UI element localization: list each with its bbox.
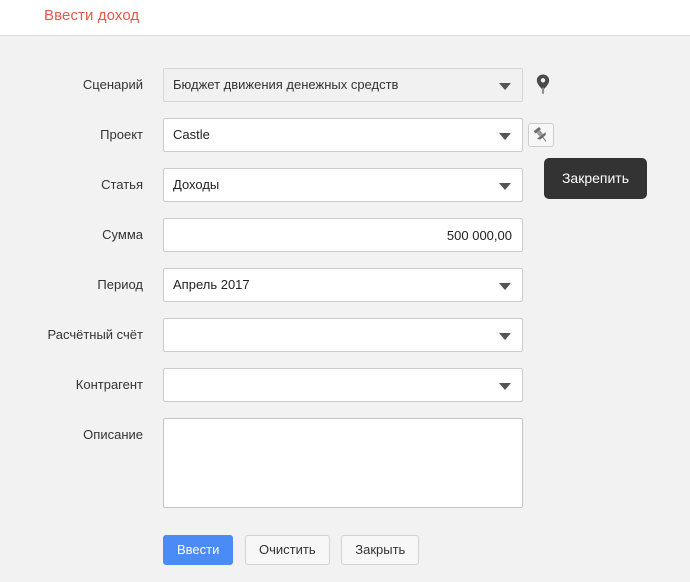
- page-header: Ввести доход: [0, 0, 690, 36]
- label-scenario: Сценарий: [82, 77, 143, 92]
- close-button[interactable]: Закрыть: [341, 535, 420, 565]
- label-project: Проект: [100, 127, 143, 142]
- pin-project-button[interactable]: [528, 123, 554, 147]
- select-article-value: Доходы: [173, 177, 220, 192]
- map-pin-icon[interactable]: [533, 73, 553, 95]
- chevron-down-icon: [499, 333, 511, 340]
- label-amount: Сумма: [102, 227, 143, 242]
- form-row-amount: Сумма: [0, 218, 690, 252]
- label-period: Период: [97, 277, 143, 292]
- select-scenario-value: Бюджет движения денежных средств: [173, 77, 399, 92]
- select-bank-account[interactable]: [163, 318, 523, 352]
- field-scenario: Бюджет движения денежных средств: [163, 68, 523, 102]
- pin-tooltip: Закрепить: [544, 158, 647, 199]
- select-article[interactable]: Доходы: [163, 168, 523, 202]
- chevron-down-icon: [499, 183, 511, 190]
- field-period: Апрель 2017: [163, 268, 523, 302]
- form-row-bank-account: Расчётный счёт: [0, 318, 690, 352]
- clear-button[interactable]: Очистить: [245, 535, 330, 565]
- label-article: Статья: [101, 177, 143, 192]
- select-scenario[interactable]: Бюджет движения денежных средств: [163, 68, 523, 102]
- label-counterparty: Контрагент: [75, 377, 143, 392]
- form-actions: Ввести Очистить Закрыть: [163, 535, 427, 565]
- chevron-down-icon: [499, 83, 511, 90]
- select-project-value: Castle: [173, 127, 210, 142]
- form-row-project: Проект Castle: [0, 118, 690, 152]
- description-textarea[interactable]: [163, 418, 523, 508]
- field-project: Castle: [163, 118, 523, 152]
- select-project[interactable]: Castle: [163, 118, 523, 152]
- field-counterparty: [163, 368, 523, 402]
- income-form: Сценарий Бюджет движения денежных средст…: [0, 37, 690, 582]
- form-row-period: Период Апрель 2017: [0, 268, 690, 302]
- label-description: Описание: [83, 427, 143, 442]
- form-row-scenario: Сценарий Бюджет движения денежных средст…: [0, 68, 690, 102]
- select-period-value: Апрель 2017: [173, 277, 250, 292]
- submit-button[interactable]: Ввести: [163, 535, 234, 565]
- field-description: [163, 418, 523, 508]
- chevron-down-icon: [499, 283, 511, 290]
- chevron-down-icon: [499, 383, 511, 390]
- page-title: Ввести доход: [44, 7, 140, 24]
- amount-input[interactable]: [163, 218, 523, 252]
- chevron-down-icon: [499, 133, 511, 140]
- form-row-counterparty: Контрагент: [0, 368, 690, 402]
- pushpin-icon: [533, 127, 547, 142]
- field-article: Доходы: [163, 168, 523, 202]
- label-bank-account: Расчётный счёт: [47, 327, 144, 342]
- field-amount: [163, 218, 523, 252]
- field-bank-account: [163, 318, 523, 352]
- select-counterparty[interactable]: [163, 368, 523, 402]
- select-period[interactable]: Апрель 2017: [163, 268, 523, 302]
- form-row-description: Описание: [0, 418, 690, 508]
